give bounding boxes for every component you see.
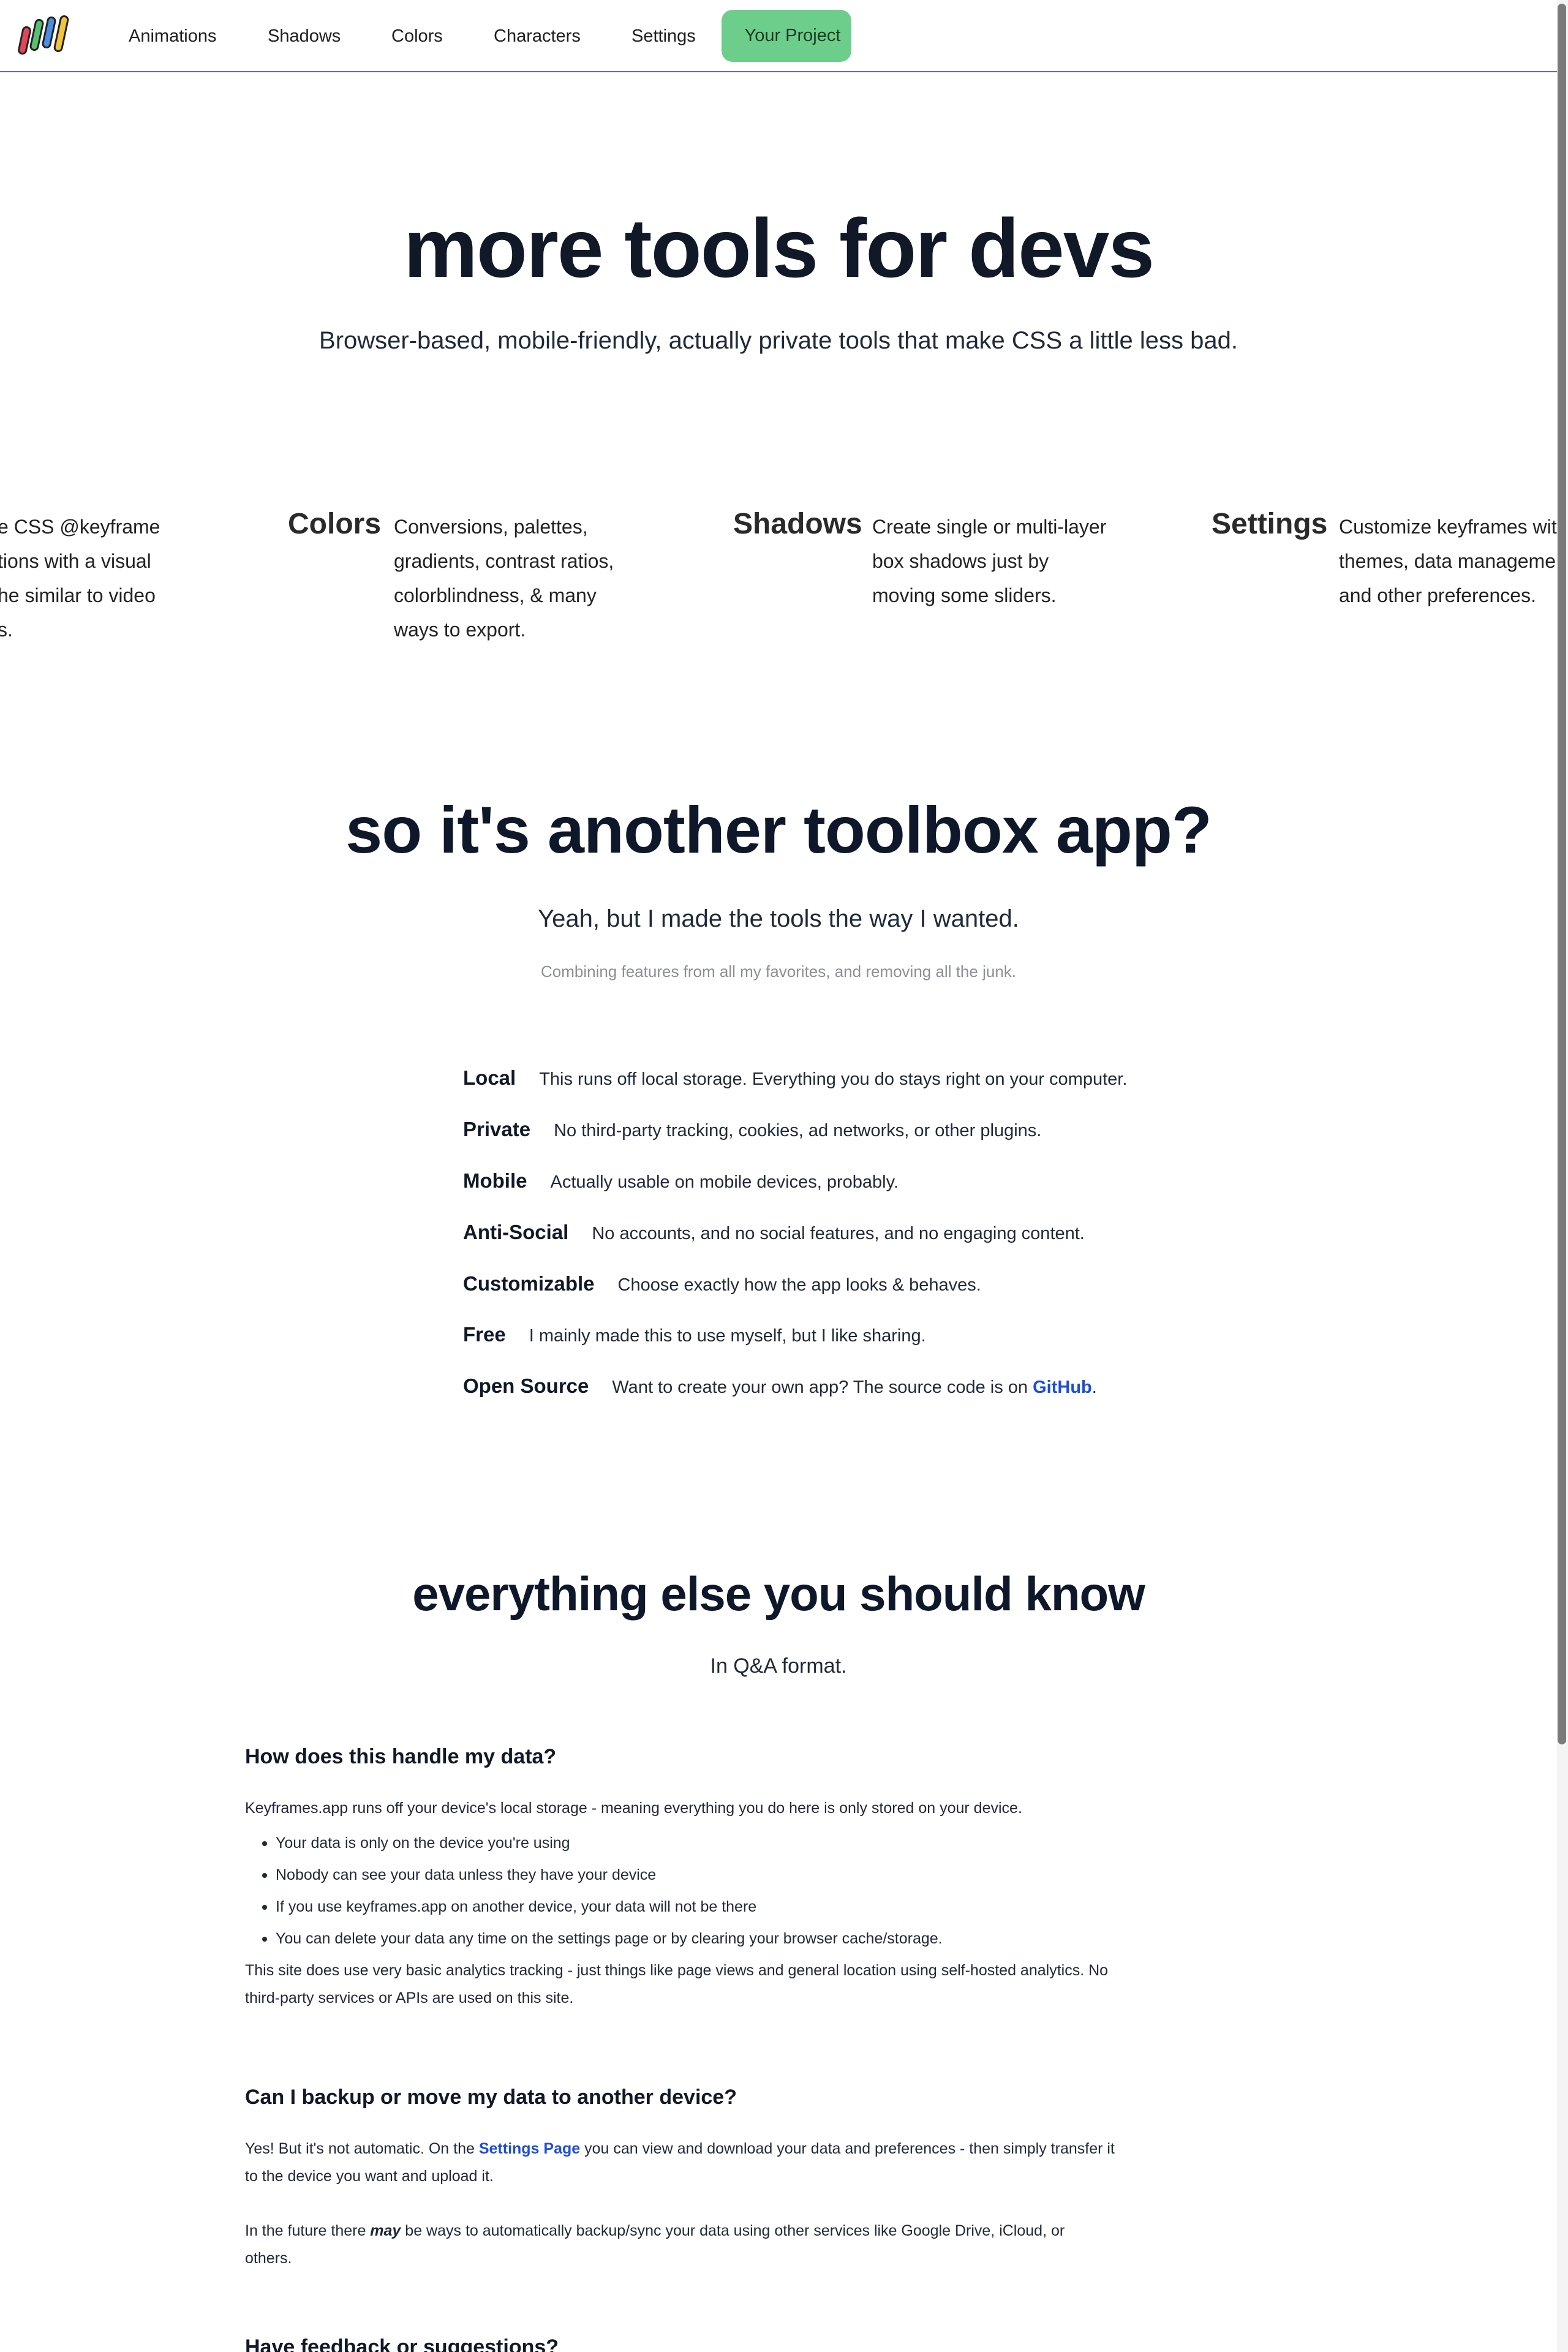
nav-animations[interactable]: Animations	[129, 0, 216, 72]
carousel-settings-desc: Customize keyframes with themes, data ma…	[1339, 516, 1557, 606]
feature-label: Customizable	[463, 1272, 595, 1295]
feature-label: Local	[463, 1066, 516, 1089]
carousel-settings-title[interactable]: Settings	[1212, 506, 1327, 543]
faq-answer-list: Your data is only on the device you're u…	[245, 1827, 1115, 1954]
toolbox-note: Combining features from all my favorites…	[540, 962, 1016, 981]
feature-row-anti-social: Anti-Social No accounts, and no social fe…	[463, 1215, 1085, 1250]
feature-label: Anti-Social	[463, 1221, 569, 1243]
feature-text: I mainly made this to use myself, but I …	[529, 1326, 926, 1346]
feature-row-open-source: Open Source Want to create your own app? …	[463, 1369, 1097, 1403]
feature-row-private: Private No third-party tracking, cookies,…	[463, 1112, 1041, 1147]
carousel-shadows-desc: Create single or multi-layer box shadows…	[872, 516, 1107, 606]
faq-answer-p2: In the future there may be ways to autom…	[245, 2222, 1065, 2267]
keyframes-logo-icon[interactable]	[17, 13, 72, 58]
faq-item-feedback: Have feedback or suggestions?	[245, 2332, 1115, 2352]
nav-shadows[interactable]: Shadows	[268, 0, 341, 72]
faq-answer-analytics: This site does use very basic analytics …	[245, 1962, 1109, 2007]
feature-row-customizable: Customizable Choose exactly how the app l…	[463, 1267, 981, 1301]
list-item: Your data is only on the device you're u…	[245, 1827, 1115, 1859]
list-item: If you use keyframes.app on another devi…	[245, 1891, 1115, 1923]
carousel-partial-desc: e CSS @keyframe tions with a visual he s…	[0, 516, 160, 641]
feature-text: Actually usable on mobile devices, proba…	[550, 1172, 899, 1192]
feature-text: No third-party tracking, cookies, ad net…	[554, 1121, 1042, 1140]
your-project-button[interactable]: Your Project	[722, 10, 851, 62]
carousel-colors-desc: Conversions, palettes, gradients, contra…	[394, 516, 614, 641]
settings-page-link[interactable]: Settings Page	[479, 2140, 580, 2157]
feature-row-mobile: Mobile Actually usable on mobile devices,…	[463, 1164, 899, 1198]
feature-label: Mobile	[463, 1169, 527, 1192]
faq-answer-p1: Yes! But it's not automatic. On the Sett…	[245, 2140, 1115, 2185]
faq-question: Can I backup or move my data to another …	[245, 2086, 737, 2109]
feature-label: Open Source	[463, 1374, 589, 1397]
carousel-shadows-title[interactable]: Shadows	[733, 506, 862, 543]
nav-colors[interactable]: Colors	[391, 0, 443, 72]
feature-row-local: Local This runs off local storage. Everyt…	[463, 1061, 1127, 1095]
feature-text: Choose exactly how the app looks & behav…	[617, 1275, 981, 1295]
nav-settings[interactable]: Settings	[631, 0, 696, 72]
feature-label: Free	[463, 1323, 506, 1346]
hero-title: more tools for devs	[403, 202, 1155, 295]
carousel-colors-title[interactable]: Colors	[288, 506, 381, 543]
feature-row-free: Free I mainly made this to use myself, bu…	[463, 1317, 926, 1352]
top-navigation: Animations Shadows Colors Characters Set…	[0, 0, 1557, 72]
faq-item-data-handling: How does this handle my data? Keyframes.…	[245, 1742, 1115, 2012]
nav-characters[interactable]: Characters	[494, 0, 581, 72]
feature-text: Want to create your own app? The source …	[612, 1378, 1097, 1397]
hero-subtitle: Browser-based, mobile-friendly, actually…	[319, 327, 1238, 354]
faq-answer-intro: Keyframes.app runs off your device's loc…	[245, 1800, 1022, 1817]
toolbox-subtitle: Yeah, but I made the tools the way I wan…	[538, 905, 1019, 932]
faq-item-backup: Can I backup or move my data to another …	[245, 2082, 1115, 2272]
feature-label: Private	[463, 1118, 531, 1140]
feature-text: No accounts, and no social features, and…	[592, 1224, 1085, 1243]
github-link[interactable]: GitHub	[1033, 1378, 1092, 1397]
faq-question: Have feedback or suggestions?	[245, 2335, 559, 2352]
feature-text: This runs off local storage. Everything …	[539, 1069, 1128, 1089]
toolbox-title: so it's another toolbox app?	[345, 793, 1212, 867]
scrollbar-thumb[interactable]	[1558, 4, 1566, 1744]
list-item: You can delete your data any time on the…	[245, 1923, 1115, 1954]
faq-subtitle: In Q&A format.	[710, 1654, 847, 1678]
faq-question: How does this handle my data?	[245, 1745, 557, 1768]
list-item: Nobody can see your data unless they hav…	[245, 1859, 1115, 1891]
faq-title: everything else you should know	[412, 1567, 1145, 1621]
